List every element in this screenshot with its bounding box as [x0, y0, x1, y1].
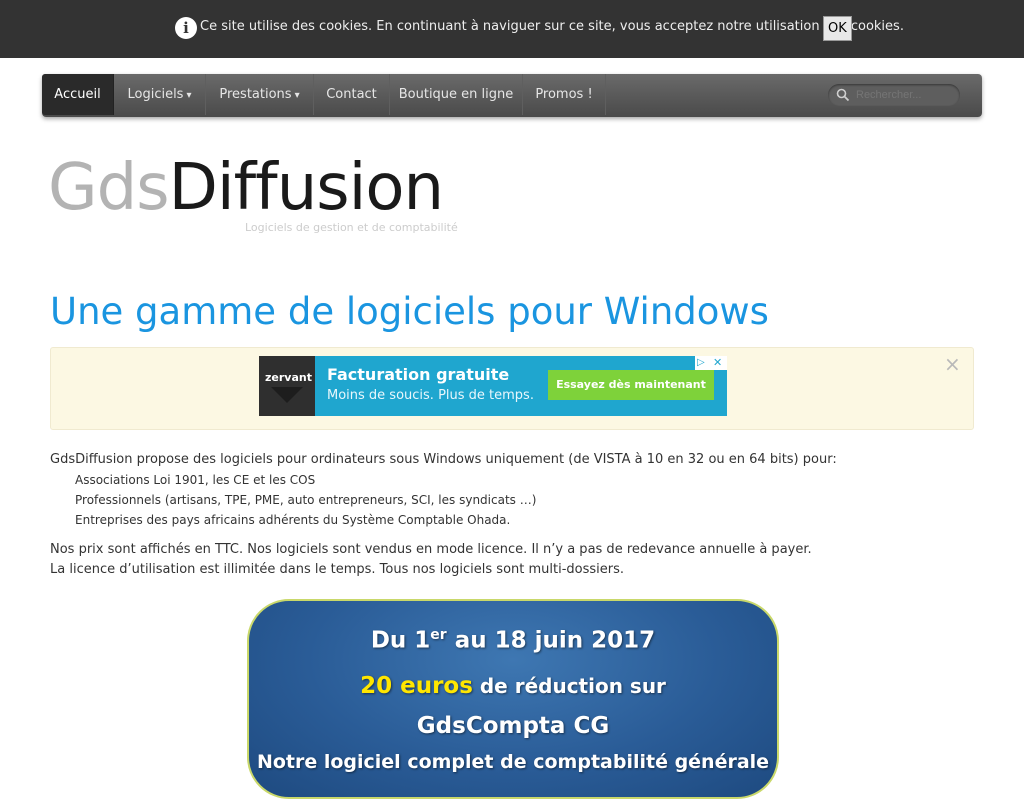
nav-label: Accueil	[54, 87, 101, 102]
license-text: La licence d’utilisation est illimitée d…	[50, 562, 625, 577]
list-item: Entreprises des pays africains adhérents…	[75, 513, 511, 527]
info-icon: i	[175, 17, 197, 39]
site-logo[interactable]: GdsDiffusion	[48, 148, 445, 228]
intro-text: GdsDiffusion propose des logiciels pour …	[50, 452, 837, 467]
nav-label: Logiciels	[127, 87, 184, 102]
nav-item-prestations[interactable]: Prestations ▾	[206, 74, 314, 115]
ad-container: × zervant Facturation gratuite Moins de …	[50, 347, 974, 430]
nav-label: Prestations	[219, 87, 292, 102]
pricing-text: Nos prix sont affichés en TTC. Nos logic…	[50, 542, 812, 557]
nav-item-promos[interactable]: Promos !	[523, 74, 606, 115]
ad-choices-icon: ▷	[697, 357, 705, 368]
close-icon[interactable]: ×	[944, 352, 961, 376]
caret-down-icon: ▾	[186, 90, 192, 101]
promo-discount: 20 euros de réduction sur	[249, 673, 777, 699]
promo-date-suffix: au 18 juin 2017	[446, 627, 656, 654]
caret-down-icon: ▾	[294, 90, 300, 101]
nav-label: Contact	[326, 87, 377, 102]
nav-label: Boutique en ligne	[398, 87, 514, 102]
nav-item-contact[interactable]: Contact	[314, 74, 390, 115]
promo-date-sup: er	[430, 627, 447, 643]
list-item: Professionnels (artisans, TPE, PME, auto…	[75, 493, 537, 507]
ad-logo: zervant	[259, 356, 315, 416]
promo-banner[interactable]: Du 1er au 18 juin 2017 20 euros de réduc…	[247, 599, 779, 799]
nav-label: Promos !	[535, 87, 593, 102]
logo-dark-text: Diffusion	[168, 151, 445, 225]
cookie-ok-button[interactable]: OK	[823, 16, 852, 41]
promo-reduction: de réduction sur	[472, 674, 666, 698]
ad-choices[interactable]: ▷ ✕	[695, 356, 727, 370]
search-input[interactable]	[854, 86, 954, 104]
ad-brand: zervant	[265, 371, 312, 384]
site-tagline: Logiciels de gestion et de comptabilité	[245, 221, 458, 234]
cookie-bar: i Ce site utilise des cookies. En contin…	[0, 0, 1024, 58]
promo-product: GdsCompta CG	[416, 713, 610, 739]
nav-item-logiciels[interactable]: Logiciels ▾	[114, 74, 206, 115]
search-icon	[836, 88, 850, 102]
promo-dates: Du 1er au 18 juin 2017	[249, 627, 777, 654]
list-item: Associations Loi 1901, les CE et les COS	[75, 473, 316, 487]
search-box	[828, 84, 960, 106]
ad-title: Facturation gratuite	[327, 365, 510, 384]
ad-close-icon[interactable]: ✕	[713, 356, 722, 370]
logo-light-text: Gds	[48, 151, 170, 225]
cookie-message: Ce site utilise des cookies. En continua…	[200, 19, 904, 34]
page-title: Une gamme de logiciels pour Windows	[50, 290, 769, 333]
main-navbar: Accueil Logiciels ▾ Prestations ▾ Contact …	[42, 74, 982, 117]
nav-item-accueil[interactable]: Accueil	[42, 74, 114, 115]
promo-description: Notre logiciel complet de comptabilité g…	[256, 751, 770, 773]
ad-banner[interactable]: zervant Facturation gratuite Moins de so…	[259, 356, 727, 416]
promo-date-prefix: Du 1	[370, 627, 431, 654]
nav-item-boutique[interactable]: Boutique en ligne	[390, 74, 523, 115]
promo-amount: 20 euros	[360, 673, 473, 699]
ad-subtitle: Moins de soucis. Plus de temps.	[327, 388, 534, 403]
shield-icon	[271, 387, 303, 403]
ad-cta-button[interactable]: Essayez dès maintenant	[548, 370, 714, 400]
